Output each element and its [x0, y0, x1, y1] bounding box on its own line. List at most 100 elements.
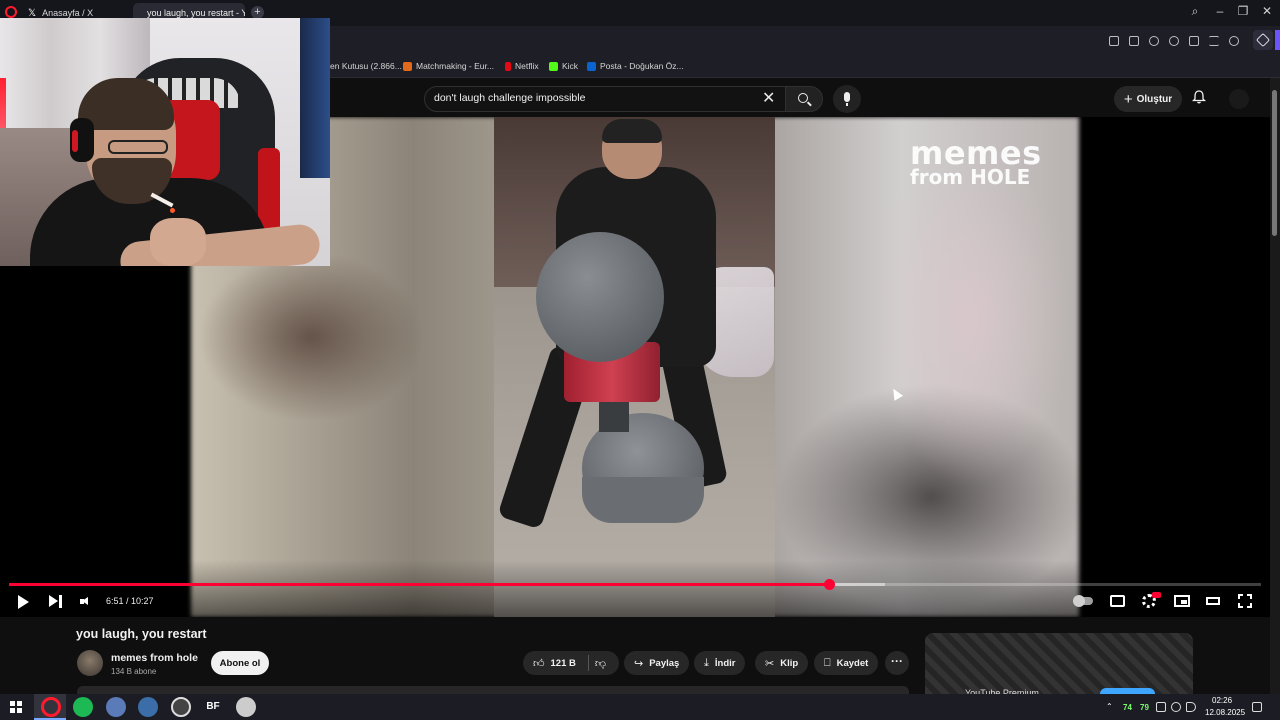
channel-name[interactable]: memes from hole	[111, 652, 198, 664]
search-input-value: don't laugh challenge impossible	[434, 92, 586, 104]
search-button[interactable]	[785, 86, 823, 112]
sidebar-accent	[1275, 30, 1280, 50]
browser-search-icon[interactable]: ⌕	[1185, 4, 1205, 19]
bookmark-matchmaking[interactable]: Matchmaking - Eur...	[403, 61, 494, 71]
tray-expand-icon[interactable]: ⌃	[1106, 702, 1113, 711]
download-label: İndir	[714, 657, 736, 669]
cpu-temp: 79	[1140, 703, 1149, 712]
download-icon[interactable]	[1189, 36, 1199, 46]
speaker-icon[interactable]	[1186, 702, 1196, 712]
download-button[interactable]: ⤓ İndir	[694, 651, 746, 675]
vpn-shield-icon[interactable]	[1149, 36, 1159, 46]
plus-icon: +	[1123, 90, 1133, 108]
clear-search-icon[interactable]: ✕	[762, 88, 775, 108]
webcam-overlay	[0, 18, 330, 266]
subscriber-count: 134 B abone	[111, 667, 157, 676]
heart-icon[interactable]	[1169, 36, 1179, 46]
bookmark-label: Posta - Doğukan Öz...	[600, 61, 684, 71]
mic-tray-icon[interactable]	[1171, 702, 1181, 712]
share-label: Paylaş	[649, 657, 680, 669]
autoplay-toggle[interactable]	[1073, 595, 1093, 607]
bookmark-inbox[interactable]: en Kutusu (2.866...	[330, 61, 402, 71]
download-arrow-icon: ⤓	[704, 656, 709, 669]
time-display: 6:51 / 10:27	[106, 596, 154, 606]
volume-icon[interactable]	[80, 597, 90, 606]
voice-search-button[interactable]	[833, 85, 861, 113]
windows-taskbar	[0, 694, 1280, 720]
menu-icon[interactable]	[1209, 36, 1219, 46]
create-label: Oluştur	[1136, 93, 1173, 105]
more-actions-button[interactable]: ···	[885, 651, 909, 675]
scissors-icon: ✂	[765, 657, 775, 670]
bookmark-label: Matchmaking - Eur...	[416, 61, 494, 71]
restore-button[interactable]: ❐	[1233, 4, 1253, 18]
profile-icon[interactable]	[1229, 36, 1239, 46]
bookmark-outlook[interactable]: Posta - Doğukan Öz...	[587, 61, 684, 71]
fullscreen-icon[interactable]	[1238, 594, 1252, 608]
shield-taskbar-icon[interactable]	[236, 697, 256, 717]
battlefield-taskbar-icon[interactable]: BF	[203, 697, 223, 717]
opera-taskbar-icon[interactable]	[41, 697, 61, 717]
windows-start-icon[interactable]	[10, 701, 22, 713]
scrollbar-thumb[interactable]	[1272, 90, 1277, 236]
theater-mode-icon[interactable]	[1206, 597, 1220, 605]
channel-avatar[interactable]	[77, 650, 103, 676]
bookmark-netflix[interactable]: Netflix	[505, 61, 539, 71]
obs-taskbar-icon[interactable]	[171, 697, 191, 717]
close-window-button[interactable]: ✕	[1257, 4, 1277, 18]
tab-label: Anasayfa / X	[42, 8, 94, 18]
spotify-taskbar-icon[interactable]	[73, 697, 93, 717]
clip-label: Klip	[780, 657, 799, 669]
subscribe-button[interactable]: Abone ol	[211, 651, 269, 675]
premium-promo-card[interactable]	[925, 633, 1193, 694]
camera-icon[interactable]	[1129, 36, 1139, 46]
share-button[interactable]: ↪ Paylaş	[624, 651, 690, 675]
bookmark-label: Kick	[562, 61, 579, 71]
controls-gradient	[0, 560, 1270, 617]
play-icon[interactable]	[18, 595, 29, 609]
video-title: you laugh, you restart	[76, 627, 207, 641]
microphone-icon	[844, 92, 850, 102]
minimize-button[interactable]: –	[1210, 4, 1230, 18]
like-icon[interactable]: 👍︎	[533, 657, 545, 670]
bookmark-kick[interactable]: Kick	[549, 61, 578, 71]
description-box[interactable]	[77, 686, 909, 694]
account-avatar[interactable]	[1229, 89, 1249, 109]
like-count[interactable]: 121 B	[551, 658, 576, 669]
tab-label: you laugh, you restart - Y	[147, 8, 245, 18]
clip-button[interactable]: ✂ Klip	[755, 651, 809, 675]
video-frame	[494, 117, 775, 617]
notification-center-icon[interactable]	[1252, 702, 1262, 712]
bookmark-icon: ⎕	[824, 656, 831, 669]
miniplayer-icon[interactable]	[1174, 595, 1190, 607]
extension-cube-icon[interactable]	[1253, 30, 1273, 50]
next-video-icon[interactable]	[49, 595, 63, 609]
progress-played	[9, 583, 830, 586]
save-label: Kaydet	[836, 657, 869, 669]
like-dislike-group: 👍︎ 121 B 👎︎	[523, 651, 619, 675]
watermark-line-2: from HOLE	[910, 165, 1031, 189]
bookmark-label: Netflix	[515, 61, 539, 71]
create-button[interactable]: + Oluştur	[1114, 86, 1182, 112]
bookmark-label: en Kutusu (2.866...	[330, 61, 402, 71]
channel-watermark: memes from HOLE	[910, 137, 1042, 187]
steam-taskbar-icon[interactable]	[138, 697, 158, 717]
x-logo-icon: 𝕏	[28, 7, 37, 19]
hd-badge-icon	[1152, 592, 1161, 598]
faceit-icon	[403, 61, 412, 71]
subtitles-icon[interactable]	[1110, 595, 1125, 607]
progress-bar[interactable]	[9, 583, 1261, 586]
kick-icon	[549, 61, 558, 71]
like-dislike-divider	[587, 655, 589, 671]
dislike-icon[interactable]: 👎︎	[595, 657, 606, 670]
clock-date[interactable]: 12.08.2025	[1205, 708, 1245, 717]
gpu-temp: 74	[1123, 703, 1132, 712]
snapshot-edit-icon[interactable]	[1109, 36, 1119, 46]
clock-time[interactable]: 02:26	[1212, 696, 1232, 705]
network-icon[interactable]	[1156, 702, 1166, 712]
notifications-bell-icon[interactable]	[1192, 90, 1206, 104]
opera-logo-icon[interactable]	[5, 6, 17, 18]
browser-taskbar-icon[interactable]	[106, 697, 126, 717]
save-button[interactable]: ⎕ Kaydet	[814, 651, 879, 675]
progress-scrubber-handle[interactable]	[824, 579, 836, 590]
